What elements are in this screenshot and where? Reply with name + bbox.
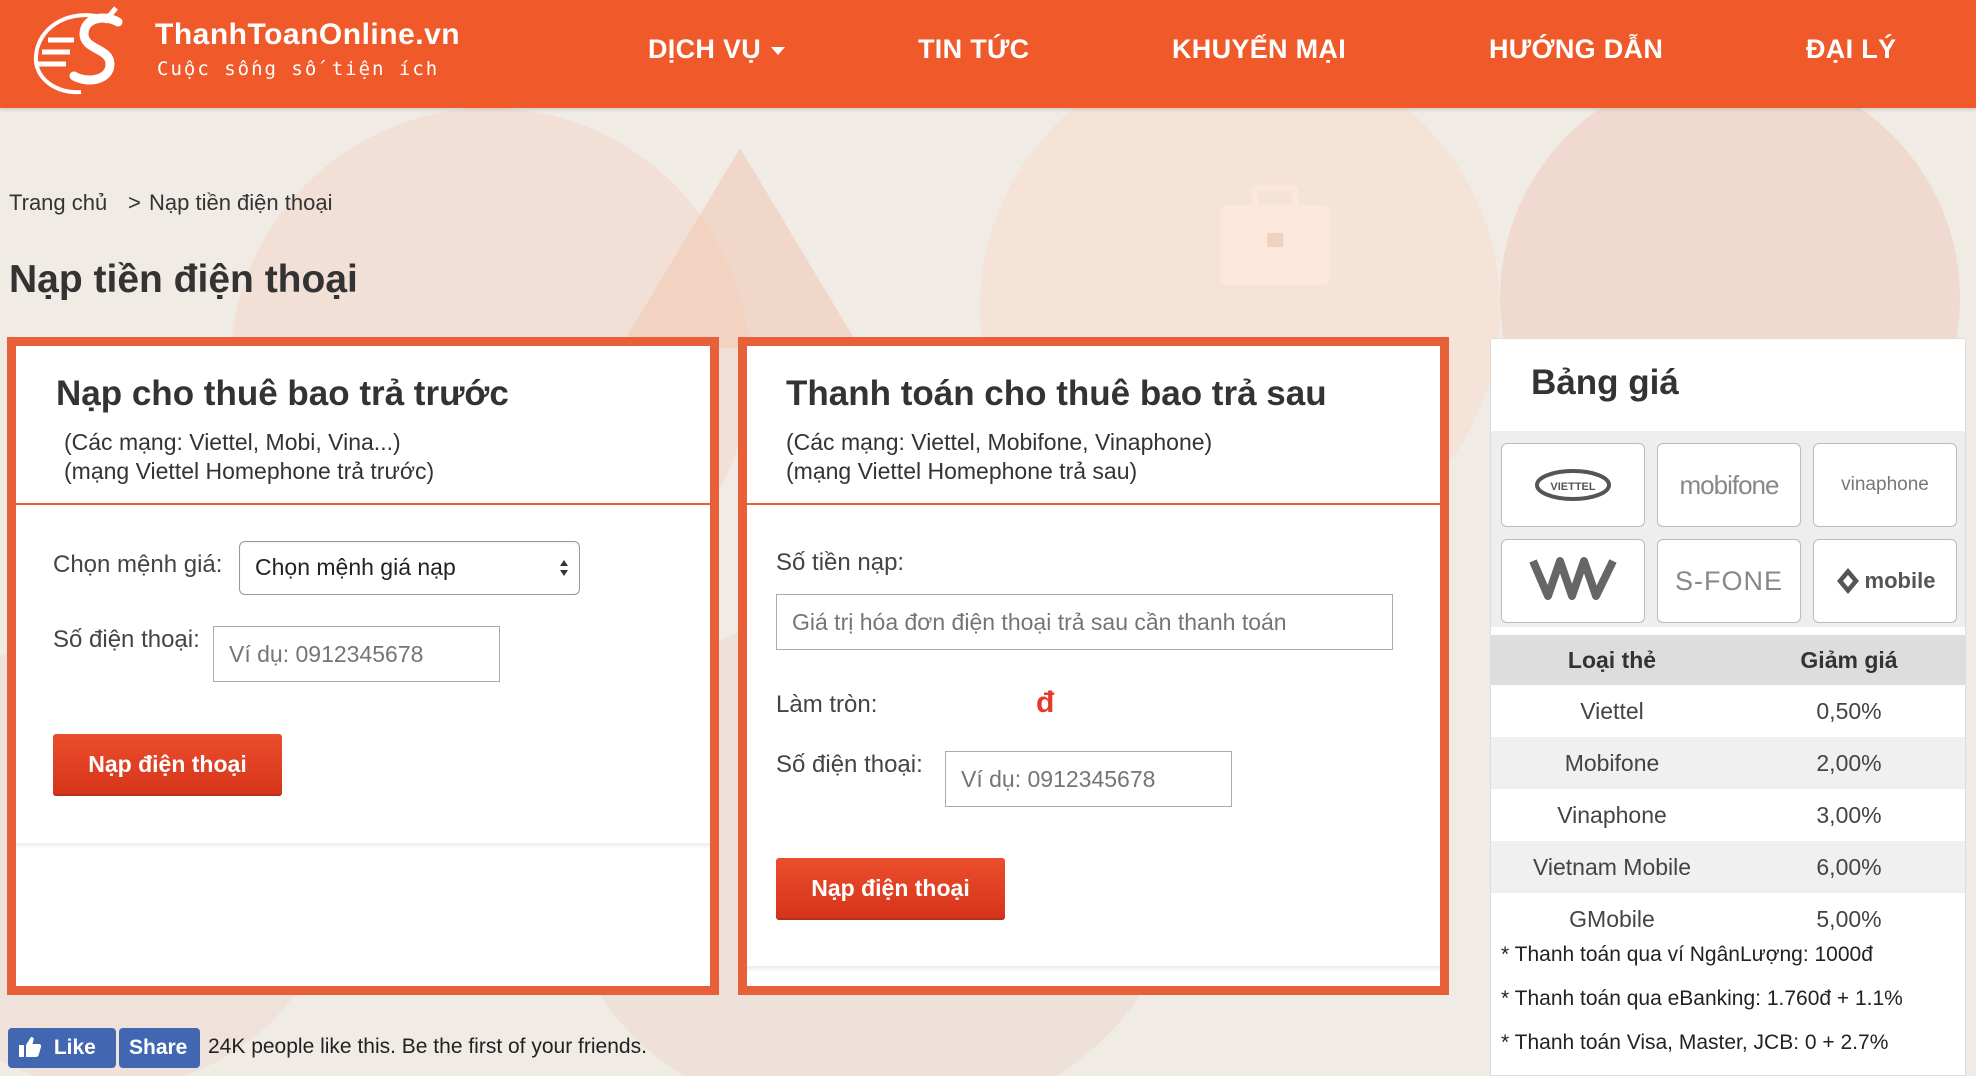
fee-note-ebanking: * Thanh toán qua eBanking: 1.760đ + 1.1% <box>1501 987 1903 1010</box>
table-row: Vinaphone 3,00% <box>1491 789 1965 841</box>
vietnamobile-logo[interactable] <box>1501 539 1645 623</box>
prepaid-card: Nạp cho thuê bao trả trước (Các mạng: Vi… <box>7 337 719 995</box>
fee-note-card: * Thanh toán Visa, Master, JCB: 0 + 2.7% <box>1501 1031 1889 1054</box>
nav-item-dai-ly[interactable]: ĐẠI LÝ <box>1806 34 1896 65</box>
prepaid-networks: (Các mạng: Viettel, Mobi, Vina...) <box>64 429 401 455</box>
discount-cell: 2,00% <box>1733 737 1965 789</box>
chevron-down-icon <box>771 46 786 55</box>
postpaid-networks: (Các mạng: Viettel, Mobifone, Vinaphone) <box>786 429 1213 455</box>
vinaphone-logo[interactable]: vinaphone <box>1813 443 1957 527</box>
vietnamobile-logo-icon <box>1529 557 1617 600</box>
price-table: Loại thẻ Giảm giá Viettel 0,50% Mobifone… <box>1491 635 1965 945</box>
discount-cell: 0,50% <box>1816 697 1882 724</box>
select-arrows-icon <box>560 560 568 576</box>
table-row: Vietnam Mobile 6,00% <box>1491 841 1965 893</box>
amount-label: Chọn mệnh giá: <box>53 551 223 578</box>
column-header: Loại thẻ <box>1491 635 1733 685</box>
nav-item-dich-vu[interactable]: DỊCH VỤ <box>648 34 786 65</box>
phone-label: Số điện thoại: <box>53 626 200 653</box>
fee-note-nganluong: * Thanh toán qua ví NgânLượng: 1000đ <box>1501 943 1873 966</box>
prepaid-title: Nạp cho thuê bao trả trước <box>56 374 509 413</box>
phone-input[interactable] <box>213 626 500 682</box>
viettel-logo-icon: VIETTEL <box>1535 469 1611 501</box>
table-row: GMobile 5,00% <box>1491 893 1965 945</box>
top-header: ThanhToanOnline.vn Cuộc sống số tiện ích… <box>0 0 1976 108</box>
like-label: Like <box>53 1036 96 1059</box>
nav-item-khuyen-mai[interactable]: KHUYẾN MẠI <box>1172 34 1346 65</box>
bill-amount-label: Số tiền nạp: <box>776 549 905 576</box>
mobifone-logo-text: mobifone <box>1679 469 1780 500</box>
card-type-cell: Mobifone <box>1491 737 1733 789</box>
card-type-cell: Vinaphone <box>1557 801 1667 828</box>
topup-button[interactable]: Nạp điện thoại <box>53 734 282 794</box>
gmobile-logo-text: mobile <box>1864 568 1936 593</box>
postpaid-card: Thanh toán cho thuê bao trả sau (Các mạn… <box>738 337 1449 995</box>
round-label: Làm tròn: <box>776 691 878 718</box>
briefcase-icon <box>1220 184 1330 285</box>
discount-cell: 6,00% <box>1733 841 1965 893</box>
column-header: Giảm giá <box>1733 635 1965 685</box>
breadcrumb-current: Nạp tiền điện thoại <box>149 190 333 215</box>
discount-cell: 5,00% <box>1816 905 1882 932</box>
svg-text:VIETTEL: VIETTEL <box>1550 481 1596 493</box>
price-panel-title: Bảng giá <box>1531 363 1679 402</box>
gmobile-logo[interactable]: mobile <box>1813 539 1957 623</box>
rounded-amount-currency: đ <box>1036 686 1055 719</box>
mobifone-logo[interactable]: mobifone <box>1657 443 1801 527</box>
nav-item-tin-tuc[interactable]: TIN TỨC <box>918 34 1029 65</box>
amount-select-value: Chọn mệnh giá nạp <box>255 554 456 580</box>
postpaid-homephone-note: (mạng Viettel Homephone trả sau) <box>786 458 1138 484</box>
postpaid-title: Thanh toán cho thuê bao trả sau <box>786 374 1327 413</box>
card-type-cell: Viettel <box>1580 697 1644 724</box>
facebook-share-button[interactable]: Share <box>119 1028 200 1068</box>
logo-tagline: Cuộc sống số tiện ích <box>157 58 440 80</box>
price-table-header: Loại thẻ Giảm giá <box>1491 635 1965 685</box>
sfone-logo-text: S-FONE <box>1674 565 1783 596</box>
breadcrumb-separator: > <box>128 190 141 215</box>
nav-item-label: DỊCH VỤ <box>648 34 762 64</box>
sfone-logo[interactable]: S-FONE <box>1657 539 1801 623</box>
breadcrumb-home[interactable]: Trang chủ <box>9 190 107 216</box>
page-title: Nạp tiền điện thoại <box>9 258 358 301</box>
postpaid-topup-button[interactable]: Nạp điện thoại <box>776 858 1005 918</box>
postpaid-phone-input[interactable] <box>945 751 1232 807</box>
gmobile-diamond-icon <box>1836 568 1859 594</box>
table-row: Viettel 0,50% <box>1491 685 1965 737</box>
logo-icon[interactable] <box>26 6 136 96</box>
prepaid-homephone-note: (mạng Viettel Homephone trả trước) <box>64 458 435 484</box>
thumbs-up-icon <box>19 1037 42 1057</box>
viettel-logo[interactable]: VIETTEL <box>1501 443 1645 527</box>
vinaphone-logo-text: vinaphone <box>1841 474 1929 495</box>
card-type-cell: Vietnam Mobile <box>1491 841 1733 893</box>
discount-cell: 3,00% <box>1816 801 1882 828</box>
amount-select[interactable]: Chọn mệnh giá nạp <box>239 541 580 595</box>
card-type-cell: GMobile <box>1569 905 1655 932</box>
card-divider <box>16 843 710 849</box>
facebook-like-button[interactable]: Like <box>8 1028 116 1068</box>
logo-name[interactable]: ThanhToanOnline.vn <box>155 18 460 52</box>
bill-amount-input[interactable] <box>776 594 1393 650</box>
price-panel: Bảng giá VIETTEL mobifone vinaphone S-FO… <box>1490 338 1966 1076</box>
nav-item-huong-dan[interactable]: HƯỚNG DẪN <box>1489 34 1663 65</box>
table-row: Mobifone 2,00% <box>1491 737 1965 789</box>
postpaid-phone-label: Số điện thoại: <box>776 751 923 778</box>
card-divider <box>747 966 1440 972</box>
facebook-like-count: 24K people like this. Be the first of yo… <box>208 1035 647 1058</box>
